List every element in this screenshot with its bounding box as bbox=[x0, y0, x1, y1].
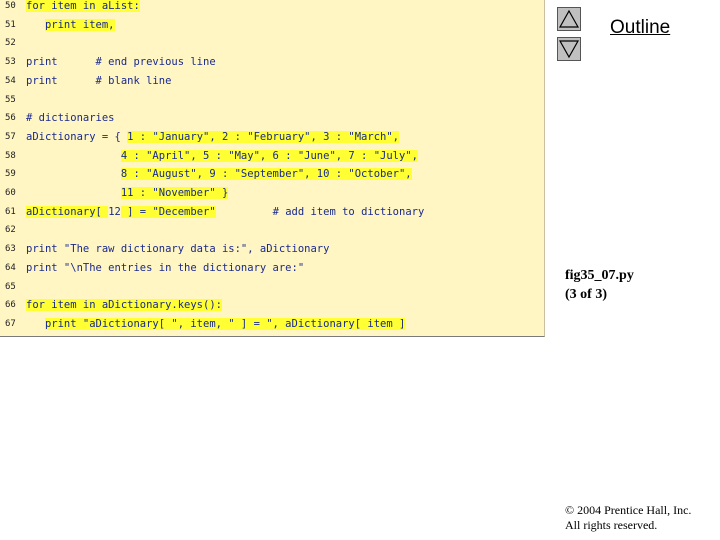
code-line: 52 bbox=[0, 34, 544, 53]
code-segment: aDictionary = { bbox=[26, 130, 128, 143]
code-segment: 12 bbox=[108, 205, 121, 218]
line-number: 63 bbox=[5, 244, 16, 255]
code-line: 64 print "\nThe entries in the dictionary… bbox=[0, 259, 544, 278]
code-text: for item in aList: bbox=[26, 0, 140, 16]
code-segment: print "\nThe entries in the dictionary a… bbox=[26, 261, 305, 274]
file-label: fig35_07.py (3 of 3) bbox=[565, 266, 634, 304]
outline-link[interactable]: Outline bbox=[610, 17, 670, 39]
code-segment: print item, bbox=[44, 18, 115, 31]
file-name: fig35_07.py bbox=[565, 268, 634, 283]
code-text: print "aDictionary[ ", item, " ] = ", aD… bbox=[26, 315, 406, 334]
page-indicator: (3 of 3) bbox=[565, 287, 607, 302]
code-segment: 4 : "April", 5 : "May", 6 : "June", 7 : … bbox=[120, 149, 418, 162]
code-line: 56 # dictionaries bbox=[0, 109, 544, 128]
line-number: 60 bbox=[5, 188, 16, 198]
code-segment: print # end previous line bbox=[26, 56, 216, 69]
code-segment: for item in aList: bbox=[26, 0, 140, 12]
code-text: 11 : "November" } bbox=[26, 184, 229, 203]
line-number: 52 bbox=[5, 38, 16, 49]
slide-navigation bbox=[557, 7, 583, 63]
line-number: 66 bbox=[5, 300, 16, 311]
code-line: 59 8 : "August", 9 : "September", 10 : "… bbox=[0, 165, 544, 184]
code-segment: print # blank line bbox=[26, 74, 172, 87]
line-number: 50 bbox=[5, 1, 16, 11]
line-number: 65 bbox=[5, 281, 16, 292]
code-segment: # add item to dictionary bbox=[215, 205, 425, 218]
code-text: print "\nThe entries in the dictionary a… bbox=[26, 259, 304, 278]
line-number: 53 bbox=[5, 57, 16, 68]
code-segment: 8 : "August", 9 : "September", 10 : "Oct… bbox=[120, 168, 412, 181]
code-text: print "The raw dictionary data is:", aDi… bbox=[26, 240, 329, 259]
line-number: 64 bbox=[5, 262, 16, 273]
code-segment: # dictionaries bbox=[26, 112, 115, 125]
code-line: 66 for item in aDictionary.keys(): bbox=[0, 296, 544, 315]
code-line: 61 aDictionary[ 12 ] = "December" # add i… bbox=[0, 203, 544, 222]
code-text: print # blank line bbox=[26, 72, 171, 91]
code-line: 51 print item, bbox=[0, 16, 544, 35]
code-text: for item in aDictionary.keys(): bbox=[26, 296, 222, 315]
copyright-notice: © 2004 Prentice Hall, Inc. All rights re… bbox=[565, 503, 691, 533]
line-number: 59 bbox=[5, 169, 16, 180]
code-segment: print "The raw dictionary data is:" bbox=[26, 243, 248, 256]
code-segment: for item in aDictionary.keys(): bbox=[26, 299, 222, 312]
code-line: 58 4 : "April", 5 : "May", 6 : "June", 7… bbox=[0, 147, 544, 166]
code-text: 8 : "August", 9 : "September", 10 : "Oct… bbox=[26, 165, 412, 184]
line-number: 58 bbox=[5, 150, 16, 161]
code-line: 54 print # blank line bbox=[0, 72, 544, 91]
code-line: 53 print # end previous line bbox=[0, 53, 544, 72]
code-segment: aDictionary[ bbox=[26, 205, 109, 218]
code-segment: , aDictionary bbox=[247, 243, 330, 256]
code-line: 60 11 : "November" } bbox=[0, 184, 544, 203]
code-line: 62 bbox=[0, 221, 544, 240]
line-number: 54 bbox=[5, 75, 16, 86]
code-line: 57 aDictionary = { 1 : "January", 2 : "Fe… bbox=[0, 128, 544, 147]
code-listing: 50 for item in aList: 51 print item, 52 53 pr… bbox=[0, 0, 545, 337]
code-line: 50 for item in aList: bbox=[0, 0, 544, 16]
copyright-line: © 2004 Prentice Hall, Inc. bbox=[565, 503, 692, 517]
code-segment: 1 : "January", 2 : "February", 3 : "Marc… bbox=[127, 130, 399, 143]
code-text: print # end previous line bbox=[26, 53, 216, 72]
code-text: print item, bbox=[26, 16, 115, 35]
arrow-up-icon bbox=[558, 9, 580, 28]
line-number: 57 bbox=[5, 131, 16, 142]
code-text: # dictionaries bbox=[26, 109, 115, 128]
code-line: 63 print "The raw dictionary data is:", a… bbox=[0, 240, 544, 259]
line-number: 61 bbox=[5, 206, 16, 217]
line-number: 62 bbox=[5, 225, 16, 236]
rights-line: All rights reserved. bbox=[565, 518, 658, 532]
line-number: 55 bbox=[5, 94, 16, 105]
line-number: 51 bbox=[5, 19, 16, 30]
line-number: 56 bbox=[5, 113, 16, 124]
arrow-down-icon bbox=[558, 40, 580, 59]
code-line: 67 print "aDictionary[ ", item, " ] = ",… bbox=[0, 315, 544, 334]
code-segment: 11 : "November" } bbox=[120, 187, 229, 199]
code-segment: ] = "December" bbox=[120, 205, 216, 218]
code-text: aDictionary = { 1 : "January", 2 : "Febr… bbox=[26, 128, 399, 147]
code-line: 55 bbox=[0, 91, 544, 110]
code-segment: print "aDictionary[ ", item, " ] = ", aD… bbox=[44, 317, 406, 330]
code-text: 4 : "April", 5 : "May", 6 : "June", 7 : … bbox=[26, 147, 418, 166]
code-text: aDictionary[ 12 ] = "December" # add ite… bbox=[26, 203, 424, 222]
previous-slide-button[interactable] bbox=[557, 7, 581, 31]
next-slide-button[interactable] bbox=[557, 37, 581, 61]
code-line: 65 bbox=[0, 278, 544, 297]
line-number: 67 bbox=[5, 318, 16, 329]
